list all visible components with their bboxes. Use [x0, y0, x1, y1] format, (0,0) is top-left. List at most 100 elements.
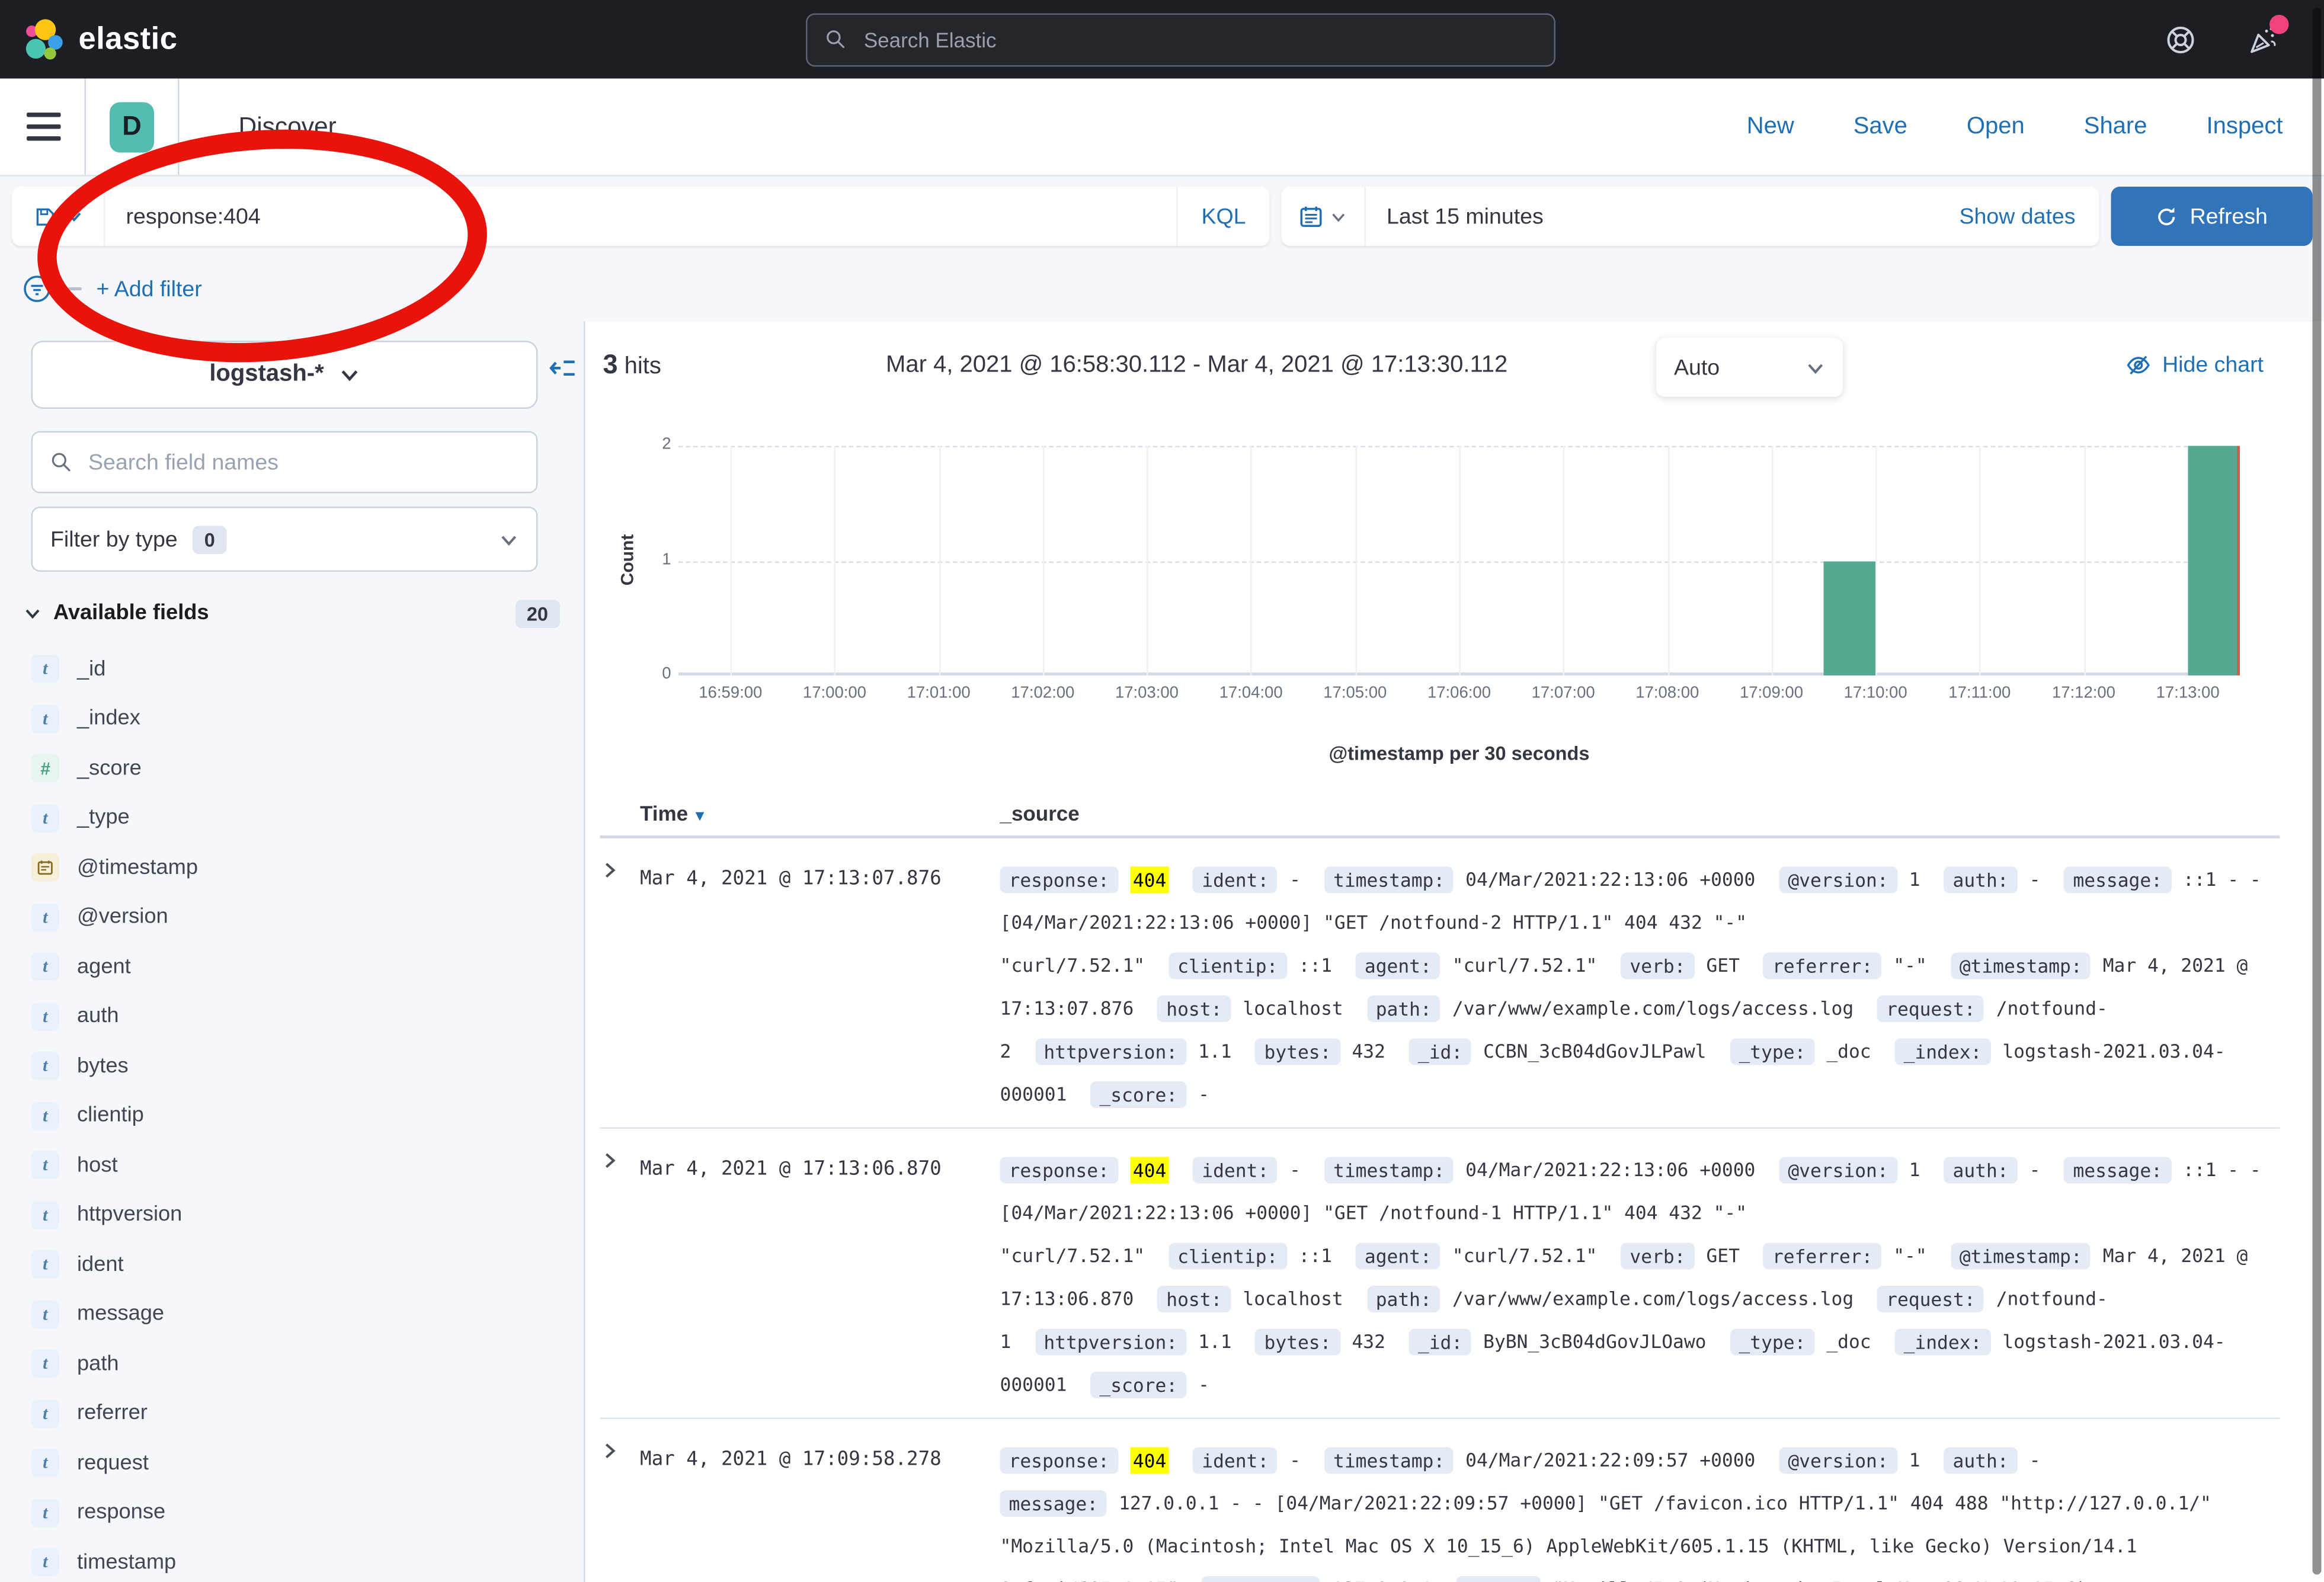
field-item-agent[interactable]: tagent [0, 942, 584, 992]
string-field-icon: t [31, 1101, 60, 1130]
action-open[interactable]: Open [1967, 113, 2025, 140]
date-quick-select[interactable] [1282, 187, 1366, 246]
action-save[interactable]: Save [1854, 113, 1907, 140]
field-item-auth[interactable]: tauth [0, 992, 584, 1042]
filter-by-type-select[interactable]: Filter by type 0 [31, 507, 538, 572]
available-fields-header[interactable]: Available fields 20 [24, 597, 560, 630]
x-gridline [1875, 446, 1877, 676]
action-inspect[interactable]: Inspect [2207, 113, 2283, 140]
refresh-icon [2156, 205, 2178, 228]
source-field-key: agent: [1356, 952, 1441, 978]
notification-dot [2269, 14, 2289, 34]
scrollbar[interactable] [2313, 8, 2322, 1575]
interval-select[interactable]: Auto [1656, 338, 1843, 397]
x-tick-label: 17:02:00 [991, 684, 1094, 702]
string-field-icon: t [31, 1052, 60, 1081]
refresh-button[interactable]: Refresh [2111, 187, 2313, 246]
expand-row-icon[interactable] [600, 858, 641, 1116]
field-search-input[interactable] [85, 448, 518, 476]
field-item-request[interactable]: trequest [0, 1439, 584, 1488]
query-language-button[interactable]: KQL [1176, 187, 1270, 246]
table-row: Mar 4, 2021 @ 17:13:06.870response:404id… [600, 1129, 2280, 1419]
source-field-value: 1 [1909, 868, 1920, 891]
field-item-path[interactable]: tpath [0, 1339, 584, 1389]
source-field-value: 04/Mar/2021:22:09:57 +0000 [1465, 1449, 1755, 1471]
histogram-plot[interactable]: Count 21016:59:0017:00:0017:01:0017:02:0… [678, 446, 2240, 676]
column-header-time[interactable]: Time▼ [640, 802, 1000, 825]
source-field-value: - [1289, 1158, 1301, 1181]
source-field-key: auth: [1944, 1156, 2018, 1183]
field-item-_id[interactable]: t_id [0, 645, 584, 694]
help-lifebuoy-icon[interactable] [2165, 23, 2197, 56]
kql-query-box[interactable]: response:404 KQL [12, 187, 1270, 246]
global-search[interactable] [806, 12, 1555, 66]
source-field-value: "-" [1893, 1244, 1926, 1267]
field-item-clientip[interactable]: tclientip [0, 1091, 584, 1141]
action-new[interactable]: New [1747, 113, 1794, 140]
search-icon [50, 450, 72, 474]
table-row: Mar 4, 2021 @ 17:13:07.876response:404id… [600, 838, 2280, 1129]
source-field-value: - [2030, 1449, 2041, 1471]
show-dates-button[interactable]: Show dates [1960, 204, 2099, 229]
global-search-input[interactable] [861, 26, 1536, 53]
histogram-bar[interactable] [2188, 446, 2239, 676]
time-range-value[interactable]: Last 15 minutes [1366, 204, 1544, 229]
saved-query-menu[interactable] [12, 187, 105, 246]
source-field-key: host: [1157, 995, 1231, 1021]
add-filter-button[interactable]: + Add filter [97, 276, 202, 302]
x-tick-label: 17:00:00 [783, 684, 886, 702]
field-item-_score[interactable]: #_score [0, 744, 584, 793]
field-item-bytes[interactable]: tbytes [0, 1042, 584, 1091]
x-gridline [1667, 446, 1669, 676]
field-item-timestamp[interactable]: ttimestamp [0, 1538, 584, 1582]
action-share[interactable]: Share [2084, 113, 2147, 140]
search-icon [825, 28, 846, 51]
string-field-icon: t [31, 1449, 60, 1478]
field-item-_index[interactable]: t_index [0, 694, 584, 744]
source-field-key: ident: [1193, 1156, 1278, 1183]
highlight-404: 404 [1130, 1156, 1169, 1183]
divider [178, 79, 180, 175]
expand-row-icon[interactable] [600, 1148, 641, 1406]
source-field-value: 127.0.0.1 [1332, 1578, 1432, 1582]
query-input[interactable]: response:404 [105, 204, 1176, 229]
source-field-key: @version: [1779, 1156, 1897, 1183]
field-search[interactable] [31, 431, 538, 494]
menu-hamburger-icon[interactable] [27, 113, 61, 141]
x-gridline [1251, 446, 1253, 676]
chevron-down-icon [1330, 208, 1347, 225]
source-field-key: message: [2064, 866, 2171, 892]
field-item-response[interactable]: tresponse [0, 1488, 584, 1538]
chevron-down-icon [339, 364, 360, 385]
top-menu-actions: New Save Open Share Inspect [1747, 113, 2298, 140]
source-field-value: "-" [1893, 954, 1926, 976]
field-item-_type[interactable]: t_type [0, 793, 584, 843]
field-item-message[interactable]: tmessage [0, 1289, 584, 1339]
collapse-sidebar-icon[interactable] [550, 354, 578, 390]
field-item-ident[interactable]: tident [0, 1240, 584, 1290]
histogram-bar[interactable] [1823, 561, 1875, 675]
field-item-httpversion[interactable]: thttpversion [0, 1190, 584, 1240]
field-item-@timestamp[interactable]: @timestamp [0, 843, 584, 893]
index-pattern-select[interactable]: logstash-* [31, 341, 538, 409]
column-header-source[interactable]: _source [1000, 802, 1080, 825]
discover-app-badge[interactable]: D [110, 101, 154, 152]
x-tick-label: 16:59:00 [678, 684, 782, 702]
hide-chart-button[interactable]: Hide chart [2125, 353, 2264, 378]
sort-desc-icon[interactable]: ▼ [693, 809, 708, 825]
filter-icon[interactable] [23, 274, 52, 304]
chevron-down-icon [500, 530, 519, 549]
field-item-host[interactable]: thost [0, 1141, 584, 1190]
x-tick-label: 17:13:00 [2136, 684, 2240, 702]
source-field-value: 04/Mar/2021:22:13:06 +0000 [1465, 1158, 1755, 1181]
doc-time: Mar 4, 2021 @ 17:13:07.876 [640, 858, 1000, 1116]
string-field-icon: t [31, 1251, 60, 1279]
field-item-referrer[interactable]: treferrer [0, 1389, 584, 1439]
elastic-logo[interactable]: elastic [21, 17, 177, 62]
source-field-value: /var/www/example.com/logs/access.log [1452, 1288, 1854, 1310]
source-field-key: referrer: [1763, 952, 1881, 978]
newsfeed-party-popper-icon[interactable] [2248, 23, 2280, 56]
expand-row-icon[interactable] [600, 1439, 641, 1582]
field-item-@version[interactable]: t@version [0, 892, 584, 942]
source-field-value: CCBN_3cB04dGovJLPawl [1483, 1040, 1706, 1062]
